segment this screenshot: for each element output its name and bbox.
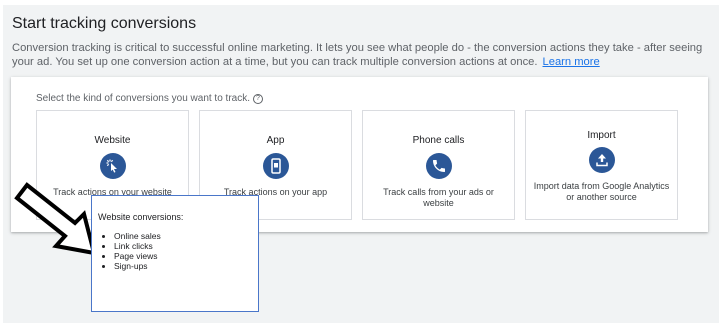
page-title: Start tracking conversions — [12, 15, 197, 32]
list-item: Page views — [114, 251, 161, 261]
tile-title: Phone calls — [412, 135, 465, 146]
popup-title: Website conversions: — [98, 212, 184, 222]
tile-phone-calls[interactable]: Phone calls Track calls from your ads or… — [362, 110, 515, 220]
tile-title: Import — [587, 130, 616, 141]
tile-title: Website — [94, 135, 131, 146]
learn-more-link[interactable]: Learn more — [543, 56, 600, 68]
list-item: Link clicks — [114, 241, 161, 251]
website-conversions-popup: Website conversions: Online sales Link c… — [91, 195, 259, 312]
phone-icon — [425, 153, 452, 179]
selection-prompt: Select the kind of conversions you want … — [36, 93, 263, 104]
page-description: Conversion tracking is critical to succe… — [12, 42, 718, 69]
tile-description: Import data from Google Analytics or ano… — [533, 181, 670, 202]
selection-prompt-text: Select the kind of conversions you want … — [36, 93, 250, 104]
list-item: Sign-ups — [114, 261, 161, 271]
tile-import[interactable]: Import Import data from Google Analytics… — [525, 110, 678, 220]
upload-icon — [588, 147, 615, 173]
popup-list: Online sales Link clicks Page views Sign… — [114, 231, 161, 271]
smartphone-icon — [262, 153, 289, 179]
tile-title: App — [266, 135, 285, 146]
list-item: Online sales — [114, 231, 161, 241]
tile-description: Track calls from your ads or website — [383, 187, 494, 208]
help-icon[interactable]: ? — [253, 93, 263, 104]
cursor-click-icon — [99, 153, 126, 179]
